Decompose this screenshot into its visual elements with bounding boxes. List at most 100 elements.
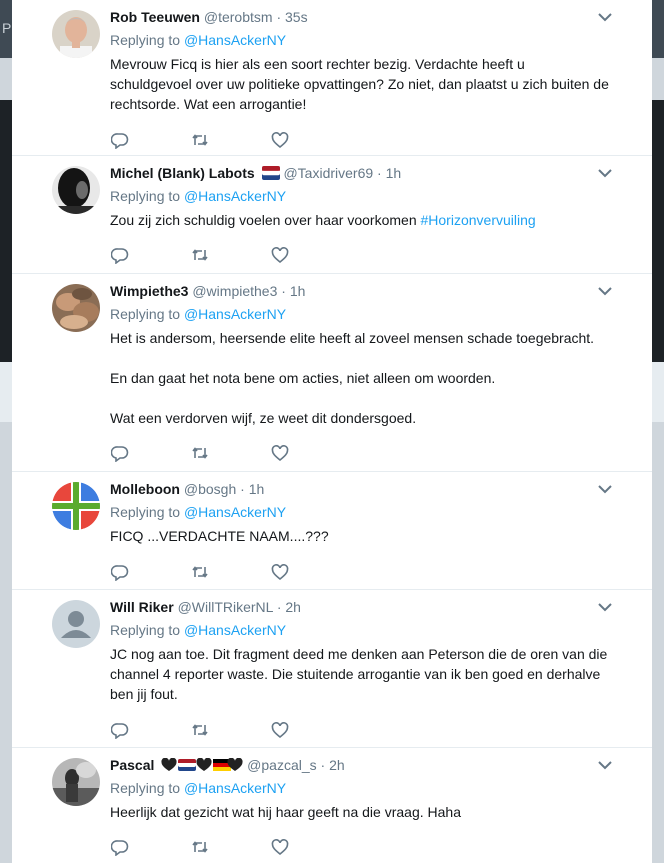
chevron-down-icon[interactable] (598, 168, 612, 178)
author-handle[interactable]: @terobtsm (204, 9, 273, 25)
retweet-icon[interactable] (191, 444, 209, 462)
replying-label: Replying to (110, 32, 181, 48)
tweet-text-paragraph: Heerlijk dat gezicht wat hij haar geeft … (110, 804, 461, 820)
avatar[interactable] (52, 284, 100, 332)
separator-dot: · (377, 165, 382, 181)
tweet[interactable]: Rob Teeuwen @terobtsm · 35s Replying to … (12, 0, 652, 156)
timestamp[interactable]: 35s (285, 9, 308, 25)
like-icon[interactable] (271, 444, 289, 462)
replying-to-handle[interactable]: @HansAckerNY (184, 780, 286, 796)
tweet-text: Heerlijk dat gezicht wat hij haar geeft … (110, 802, 610, 822)
retweet-icon[interactable] (191, 563, 209, 581)
author-name[interactable]: Michel (Blank) Labots (110, 165, 255, 181)
tweet-text: Zou zij zich schuldig voelen over haar v… (110, 210, 610, 230)
replying-to: Replying to @HansAckerNY (110, 186, 610, 206)
like-icon[interactable] (271, 131, 289, 149)
author-name[interactable]: Rob Teeuwen (110, 9, 200, 25)
tweet[interactable]: Wimpiethe3 @wimpiethe3 · 1h Replying to … (12, 274, 652, 472)
tweet-header: Will Riker @WillTRikerNL · 2h (110, 598, 610, 616)
replying-to-handle[interactable]: @HansAckerNY (184, 504, 286, 520)
timestamp[interactable]: 2h (329, 757, 345, 773)
tweet-text-paragraph: Mevrouw Ficq is hier als een soort recht… (110, 56, 609, 112)
avatar[interactable] (52, 166, 100, 214)
tweet-text-paragraph: FICQ ...VERDACHTE NAAM....??? (110, 528, 329, 544)
tweet-header: Rob Teeuwen @terobtsm · 35s (110, 8, 610, 26)
replying-to-handle[interactable]: @HansAckerNY (184, 622, 286, 638)
timestamp[interactable]: 1h (249, 481, 265, 497)
replying-label: Replying to (110, 306, 181, 322)
author-name[interactable]: Will Riker (110, 599, 174, 615)
separator-dot: · (320, 757, 326, 773)
retweet-icon[interactable] (191, 246, 209, 264)
reply-icon[interactable] (111, 838, 129, 856)
tweet-header: Pascal @pazcal_s · 2h (110, 756, 610, 774)
like-icon[interactable] (271, 563, 289, 581)
replying-to: Replying to @HansAckerNY (110, 620, 610, 640)
background-video-area (0, 100, 12, 362)
replying-label: Replying to (110, 622, 181, 638)
replying-to-handle[interactable]: @HansAckerNY (184, 32, 286, 48)
chevron-down-icon[interactable] (598, 12, 612, 22)
chevron-down-icon[interactable] (598, 760, 612, 770)
tweet-text: Het is andersom, heersende elite heeft a… (110, 328, 610, 428)
hashtag-link[interactable]: #Horizonvervuiling (421, 212, 536, 228)
flag-netherlands-icon (261, 166, 280, 180)
chevron-down-icon[interactable] (598, 484, 612, 494)
tweet[interactable]: Will Riker @WillTRikerNL · 2h Replying t… (12, 590, 652, 748)
author-handle[interactable]: @Taxidriver69 (283, 165, 373, 181)
author-handle[interactable]: @wimpiethe3 (192, 283, 277, 299)
like-icon[interactable] (271, 721, 289, 739)
replying-to: Replying to @HansAckerNY (110, 304, 610, 324)
separator-dot: · (281, 283, 286, 299)
author-name[interactable]: Molleboon (110, 481, 180, 497)
retweet-icon[interactable] (191, 721, 209, 739)
replying-label: Replying to (110, 504, 181, 520)
timestamp[interactable]: 1h (290, 283, 306, 299)
tweet-header: Wimpiethe3 @wimpiethe3 · 1h (110, 282, 610, 300)
flag-netherlands-icon (178, 759, 197, 771)
tweet-text: JC nog aan toe. Dit fragment deed me den… (110, 644, 610, 704)
tweet[interactable]: Molleboon @bosgh · 1h Replying to @HansA… (12, 472, 652, 590)
replying-to-handle[interactable]: @HansAckerNY (184, 188, 286, 204)
black-heart-icon (161, 758, 177, 771)
author-handle[interactable]: @pazcal_s (247, 757, 316, 773)
like-icon[interactable] (271, 246, 289, 264)
avatar[interactable] (52, 758, 100, 806)
avatar[interactable] (52, 10, 100, 58)
replying-label: Replying to (110, 780, 181, 796)
emoji-sequence (161, 758, 243, 771)
reply-icon[interactable] (111, 563, 129, 581)
author-name[interactable]: Pascal (110, 757, 154, 773)
replying-to: Replying to @HansAckerNY (110, 502, 610, 522)
replying-to-handle[interactable]: @HansAckerNY (184, 306, 286, 322)
chevron-down-icon[interactable] (598, 602, 612, 612)
author-handle[interactable]: @WillTRikerNL (178, 599, 273, 615)
background-area (652, 362, 664, 422)
timestamp[interactable]: 1h (386, 165, 402, 181)
avatar[interactable] (52, 600, 100, 648)
separator-dot: · (276, 9, 282, 25)
separator-dot: · (240, 481, 245, 497)
timestamp[interactable]: 2h (285, 599, 301, 615)
retweet-icon[interactable] (191, 131, 209, 149)
reply-icon[interactable] (111, 246, 129, 264)
background-video-area (652, 100, 664, 362)
background-area (0, 362, 12, 422)
tweet[interactable]: Pascal @pazcal_s · 2h Replying to @HansA… (12, 748, 652, 863)
background-text-fragment: P (2, 20, 12, 36)
reply-icon[interactable] (111, 131, 129, 149)
author-name[interactable]: Wimpiethe3 (110, 283, 188, 299)
tweet-text: FICQ ...VERDACHTE NAAM....??? (110, 526, 610, 546)
tweet-text-paragraph: Wat een verdorven wijf, ze weet dit dond… (110, 410, 417, 426)
avatar[interactable] (52, 482, 100, 530)
tweet[interactable]: Michel (Blank) Labots @Taxidriver69 · 1h… (12, 156, 652, 274)
chevron-down-icon[interactable] (598, 286, 612, 296)
like-icon[interactable] (271, 838, 289, 856)
retweet-icon[interactable] (191, 838, 209, 856)
tweet-text-paragraph: Zou zij zich schuldig voelen over haar v… (110, 210, 610, 230)
author-handle[interactable]: @bosgh (184, 481, 236, 497)
replying-label: Replying to (110, 188, 181, 204)
reply-icon[interactable] (111, 721, 129, 739)
reply-icon[interactable] (111, 444, 129, 462)
tweet-text-paragraph: En dan gaat het nota bene om acties, nie… (110, 370, 496, 386)
